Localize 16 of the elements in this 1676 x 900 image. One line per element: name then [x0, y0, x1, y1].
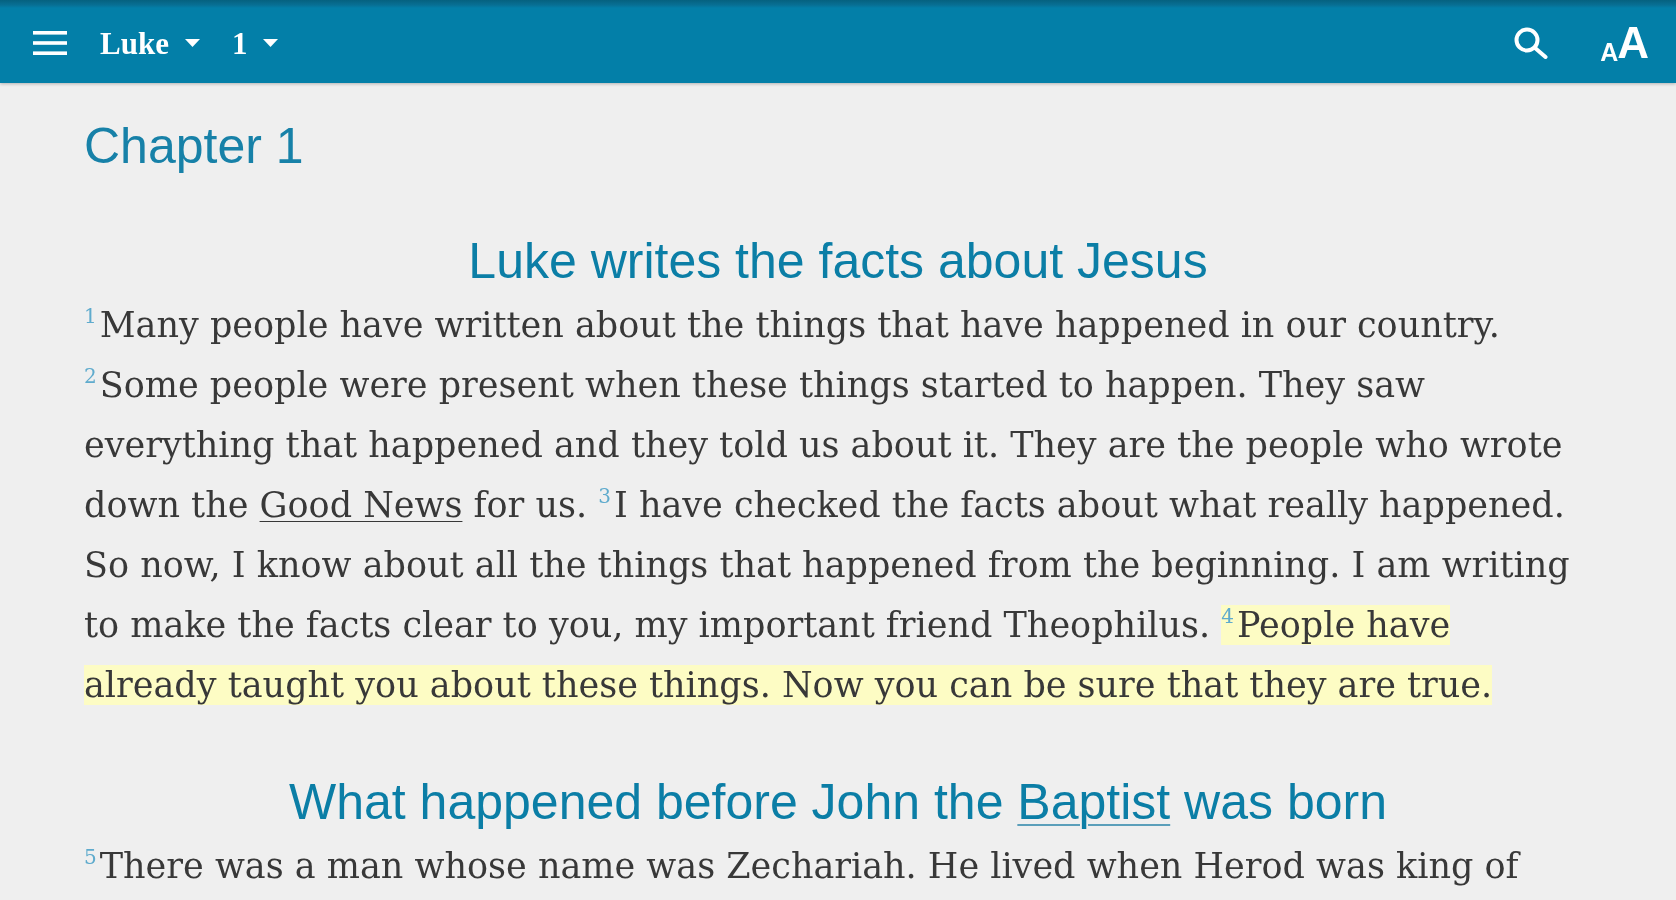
chapter-title: Chapter 1	[84, 118, 305, 174]
text-size-button[interactable]: AA	[1600, 21, 1648, 65]
caret-icon	[184, 39, 200, 47]
scripture-paragraph: $^{1}$ Many people have written about the things that have happened in our country. $^{2}$ Some people were present when these things started to happen. They saw everything that happened and they told us about it. They are the people who wrote down the Good News for us. $^{3}$ I have checked the facts about what really happened. So now, I know about all the things that happened from the beginning. I am writing to make the facts clear to you, my important friend Theophilus. $^{4}$ People have already taught you about these things. Now you can be sure that they are true.	[84, 303, 1571, 707]
section-heading: Luke writes the facts about Jesus	[467, 236, 1209, 286]
search-button[interactable]	[1514, 27, 1549, 59]
menu-button[interactable]	[33, 31, 67, 55]
search-icon	[1514, 27, 1549, 59]
glossary-link[interactable]: Good News	[259, 485, 463, 525]
scripture-paragraph: $^{5}$ There was a man whose name was Zechariah. He lived when Herod was king of	[84, 844, 1522, 888]
caret-icon	[263, 39, 279, 47]
section-heading: What happened before John the Baptist was born	[288, 777, 1388, 827]
book-dropdown[interactable]: Luke	[100, 27, 200, 59]
chapter-dropdown[interactable]: 1	[231, 27, 279, 59]
glossary-link[interactable]: Baptist	[1017, 774, 1171, 830]
menu-icon	[33, 31, 67, 55]
